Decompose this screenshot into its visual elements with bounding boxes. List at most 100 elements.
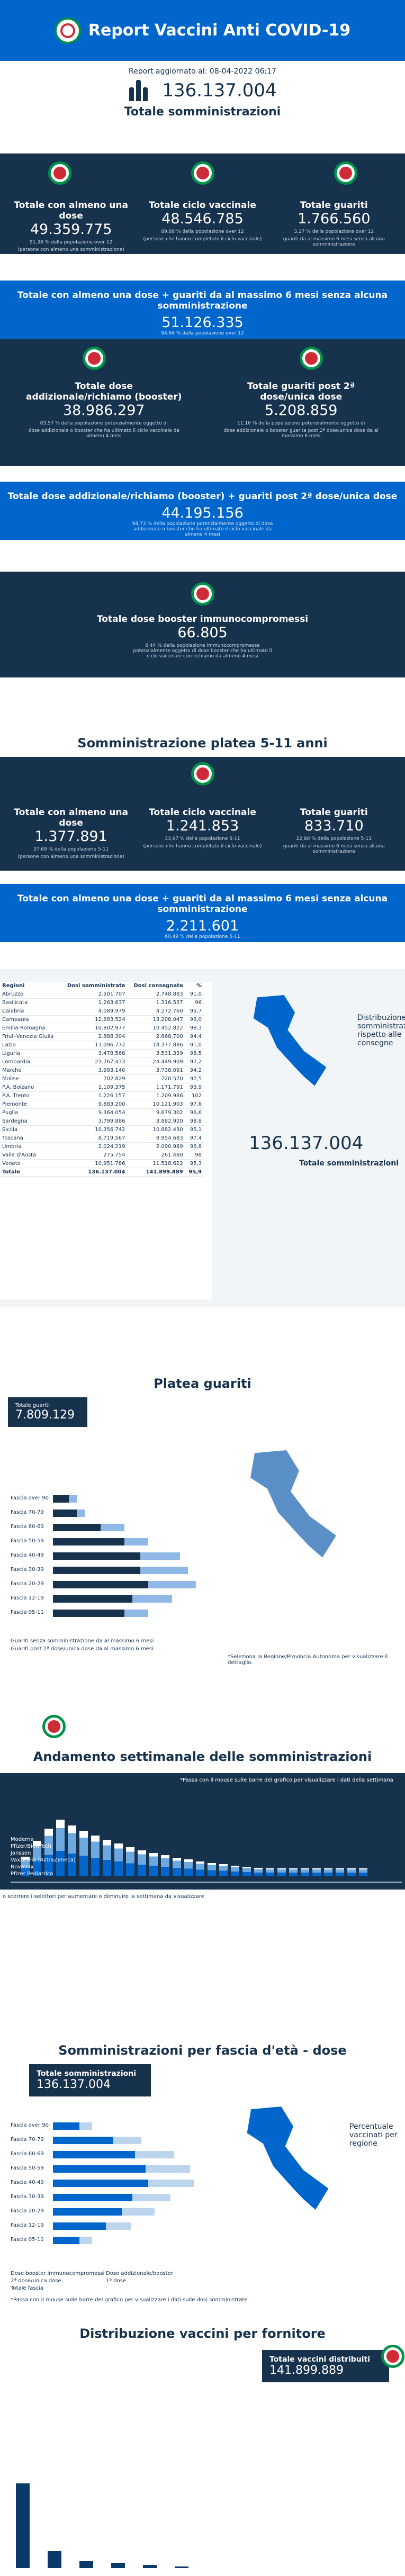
- legend-item: Totale fascia: [11, 2285, 43, 2291]
- weekly-bar[interactable]: [184, 1859, 193, 1876]
- weekly-bar[interactable]: [138, 1850, 146, 1876]
- supplier-bar[interactable]: [111, 2563, 125, 2568]
- weekly-bar[interactable]: [347, 1868, 356, 1876]
- table-cell: Sicilia: [0, 1125, 60, 1134]
- table-cell: 96,0: [185, 1015, 204, 1024]
- table-cell: Veneto: [0, 1159, 60, 1168]
- table-cell: Umbria: [0, 1142, 60, 1151]
- medal-icon: [48, 161, 71, 185]
- weekly-bar[interactable]: [254, 1867, 263, 1876]
- italy-map-vaccinated[interactable]: [247, 2107, 329, 2210]
- recovered-bar-1[interactable]: [53, 1610, 124, 1617]
- weekly-bar[interactable]: [277, 1868, 286, 1876]
- supplier-bar[interactable]: [48, 2551, 61, 2568]
- weekly-bar[interactable]: [173, 1857, 181, 1876]
- total-label: Totale somministrazioni: [299, 1159, 399, 1168]
- recovered-box: Totale guariti 7.809.129: [8, 1397, 87, 1427]
- age-bar-dose[interactable]: [53, 2237, 79, 2244]
- supplier-bar[interactable]: [143, 2564, 157, 2568]
- weekly-bar[interactable]: [56, 1819, 65, 1876]
- weekly-bar[interactable]: [231, 1865, 239, 1876]
- table-cell: 3.882.920: [127, 1117, 185, 1126]
- supplier-bar[interactable]: [16, 2483, 30, 2568]
- recovered-bar-1[interactable]: [53, 1595, 132, 1603]
- table-cell: 10.882.430: [127, 1125, 185, 1134]
- weekly-title: Andamento settimanale delle somministraz…: [33, 1749, 372, 1764]
- weekly-bar[interactable]: [266, 1868, 274, 1876]
- weekly-bar[interactable]: [114, 1843, 123, 1876]
- age-bar-dose[interactable]: [53, 2122, 79, 2130]
- table-cell: 1.209.986: [127, 1091, 185, 1100]
- weekly-bar[interactable]: [324, 1868, 332, 1876]
- table-cell: 2.090.989: [127, 1142, 185, 1151]
- weekly-bar[interactable]: [208, 1863, 216, 1876]
- weekly-bar[interactable]: [312, 1868, 321, 1876]
- table-cell: 3.738.091: [127, 1066, 185, 1075]
- report-page: Report Vaccini Anti COVID-19 Report aggi…: [0, 0, 405, 2576]
- table-cell: 3.531.339: [127, 1049, 185, 1058]
- age-bar-dose[interactable]: [53, 2165, 146, 2173]
- weekly-bar[interactable]: [126, 1847, 134, 1876]
- age-bar-dose[interactable]: [53, 2208, 122, 2216]
- table-row: Veneto 10.951.786 11.518.622 95,3: [0, 1159, 204, 1168]
- weekly-bar[interactable]: [91, 1836, 100, 1876]
- age-bar-dose[interactable]: [53, 2151, 135, 2158]
- age-bar-dose[interactable]: [53, 2222, 106, 2230]
- map-label: Percentuale vaccinati per regione: [349, 2122, 398, 2148]
- updated-text: Report aggiornato al: 08-04-2022 06:17: [129, 67, 276, 76]
- weekly-bar[interactable]: [161, 1855, 169, 1876]
- medal-icon: [42, 1715, 66, 1738]
- table-cell: 10.951.786: [60, 1159, 128, 1168]
- age-label: Fascia over 90: [11, 2122, 49, 2128]
- recovered-bar-1[interactable]: [53, 1552, 140, 1560]
- table-cell: 2.024.219: [60, 1142, 128, 1151]
- recovered-bar-1[interactable]: [53, 1510, 77, 1517]
- weekly-bar[interactable]: [149, 1852, 158, 1876]
- italy-map-recovered[interactable]: [250, 1450, 336, 1558]
- age-bar-dose[interactable]: [53, 2137, 113, 2144]
- table-row: Abruzzo 2.501.707 2.748.883 91,0: [0, 990, 204, 999]
- weekly-bar[interactable]: [219, 1864, 228, 1876]
- weekly-bar[interactable]: [44, 1828, 53, 1876]
- table-cell: P.A. Bolzano: [0, 1083, 60, 1092]
- age-label: Fascia 05-11: [11, 1610, 44, 1615]
- table-cell: 141.899.889: [127, 1168, 185, 1177]
- table-cell: 1.263.637: [60, 998, 128, 1007]
- weekly-bar[interactable]: [289, 1868, 298, 1876]
- table-cell: 2.501.707: [60, 990, 128, 999]
- week-range-slider[interactable]: [11, 1882, 402, 1883]
- table-cell: 4.089.979: [60, 1007, 128, 1016]
- recovered-bar-1[interactable]: [53, 1567, 140, 1574]
- weekly-bar[interactable]: [196, 1861, 204, 1876]
- weekly-bar[interactable]: [68, 1825, 76, 1876]
- table-header: %: [185, 982, 204, 990]
- age-bar-dose[interactable]: [53, 2180, 148, 2187]
- table-cell: Sardegna: [0, 1117, 60, 1126]
- table-cell: 95,9: [185, 1168, 204, 1177]
- age-label: Fascia 60-69: [11, 2151, 44, 2157]
- weekly-bar[interactable]: [301, 1868, 309, 1876]
- recovered-bar-1[interactable]: [53, 1524, 101, 1531]
- weekly-bar[interactable]: [79, 1830, 88, 1876]
- table-row: Campania 12.683.524 13.208.047 96,0: [0, 1015, 204, 1024]
- table-cell: 10.802.977: [60, 1024, 128, 1033]
- table-cell: 97,4: [185, 1134, 204, 1143]
- supplier-bar[interactable]: [79, 2561, 93, 2568]
- weekly-bar[interactable]: [359, 1868, 367, 1876]
- table-cell: 1.226.157: [60, 1091, 128, 1100]
- recovered-bar-1[interactable]: [53, 1581, 148, 1588]
- supplier-bar[interactable]: [175, 2566, 188, 2568]
- table-cell: 96,8: [185, 1142, 204, 1151]
- age-bar-dose[interactable]: [53, 2194, 132, 2201]
- kpi-card: Totale guariti 1.766.560 3,27 % della popo…: [283, 200, 385, 247]
- medal-icon: [334, 161, 357, 185]
- age-label: Fascia 40-49: [11, 1552, 44, 1558]
- weekly-bar[interactable]: [103, 1840, 111, 1876]
- table-row: Toscana 8.719.567 8.954.683 97,4: [0, 1134, 204, 1143]
- age-title: Somministrazioni per fascia d'età - dose: [58, 2043, 347, 2058]
- table-row: P.A. Bolzano 1.109.375 1.171.791 93,9: [0, 1083, 204, 1092]
- weekly-bar[interactable]: [242, 1866, 251, 1876]
- recovered-bar-1[interactable]: [53, 1538, 124, 1545]
- weekly-bar[interactable]: [336, 1868, 344, 1876]
- recovered-bar-1[interactable]: [53, 1495, 69, 1503]
